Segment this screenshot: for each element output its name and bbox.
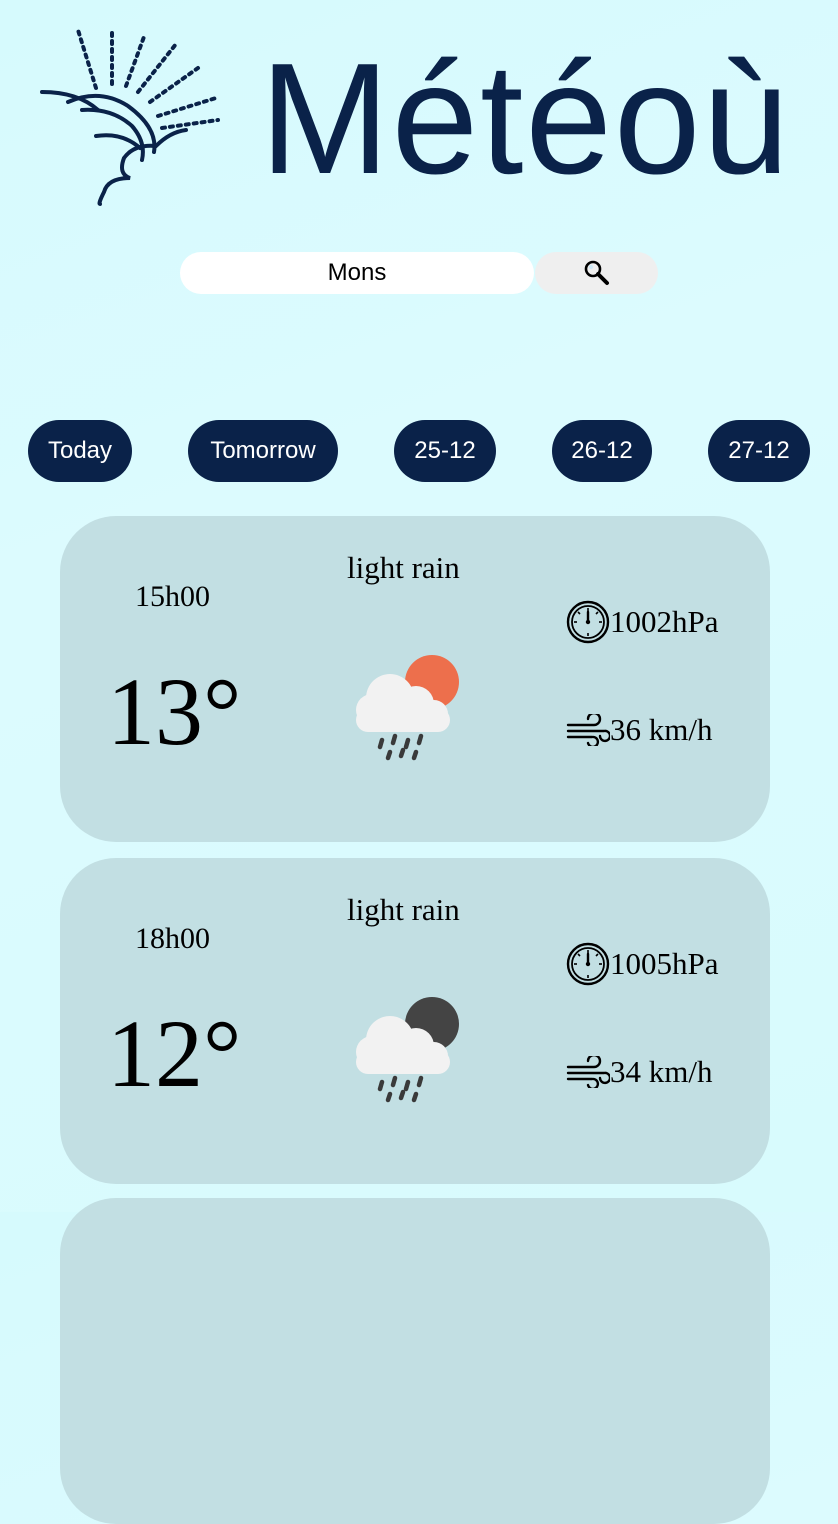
pressure-row: 1005hPa (566, 942, 719, 986)
rain-cloud-sun-icon (356, 655, 459, 761)
tab-27-12[interactable]: 27-12 (708, 420, 810, 482)
forecast-description: light rain (347, 892, 460, 927)
wind-value: 36 km/h (610, 712, 713, 747)
pressure-value: 1002hPa (610, 604, 719, 639)
rain-cloud-moon-icon (356, 997, 459, 1103)
forecast-temperature: 13° (107, 658, 242, 765)
sun-cloud-logo-icon (40, 28, 220, 206)
forecast-time: 15h00 (135, 580, 210, 613)
wind-row: 34 km/h (566, 1054, 712, 1090)
day-tabs: Today Tomorrow 25-12 26-12 27-12 (0, 420, 838, 482)
city-search-input[interactable] (180, 252, 534, 294)
forecast-time: 18h00 (135, 922, 210, 955)
tab-25-12[interactable]: 25-12 (394, 420, 496, 482)
forecast-card: 15h00 13° light rain 1002hPa 36 km/h (60, 516, 770, 842)
forecast-card: 18h00 12° light rain 1005hPa 34 km/h (60, 858, 770, 1184)
tab-tomorrow[interactable]: Tomorrow (188, 420, 338, 482)
search-button[interactable] (535, 252, 658, 294)
wind-icon (566, 714, 610, 746)
forecast-temperature: 12° (107, 1000, 242, 1107)
search-icon (584, 260, 609, 285)
pressure-row: 1002hPa (566, 600, 719, 644)
tab-26-12[interactable]: 26-12 (552, 420, 652, 482)
pressure-value: 1005hPa (610, 946, 719, 981)
wind-value: 34 km/h (610, 1054, 713, 1089)
app-title: Météoù (260, 31, 791, 207)
forecast-card (60, 1198, 770, 1524)
wind-icon (566, 1056, 610, 1088)
app-logo: Météoù (38, 28, 791, 208)
gauge-icon (566, 942, 610, 986)
tab-today[interactable]: Today (28, 420, 132, 482)
gauge-icon (566, 600, 610, 644)
wind-row: 36 km/h (566, 712, 712, 748)
forecast-description: light rain (347, 550, 460, 585)
